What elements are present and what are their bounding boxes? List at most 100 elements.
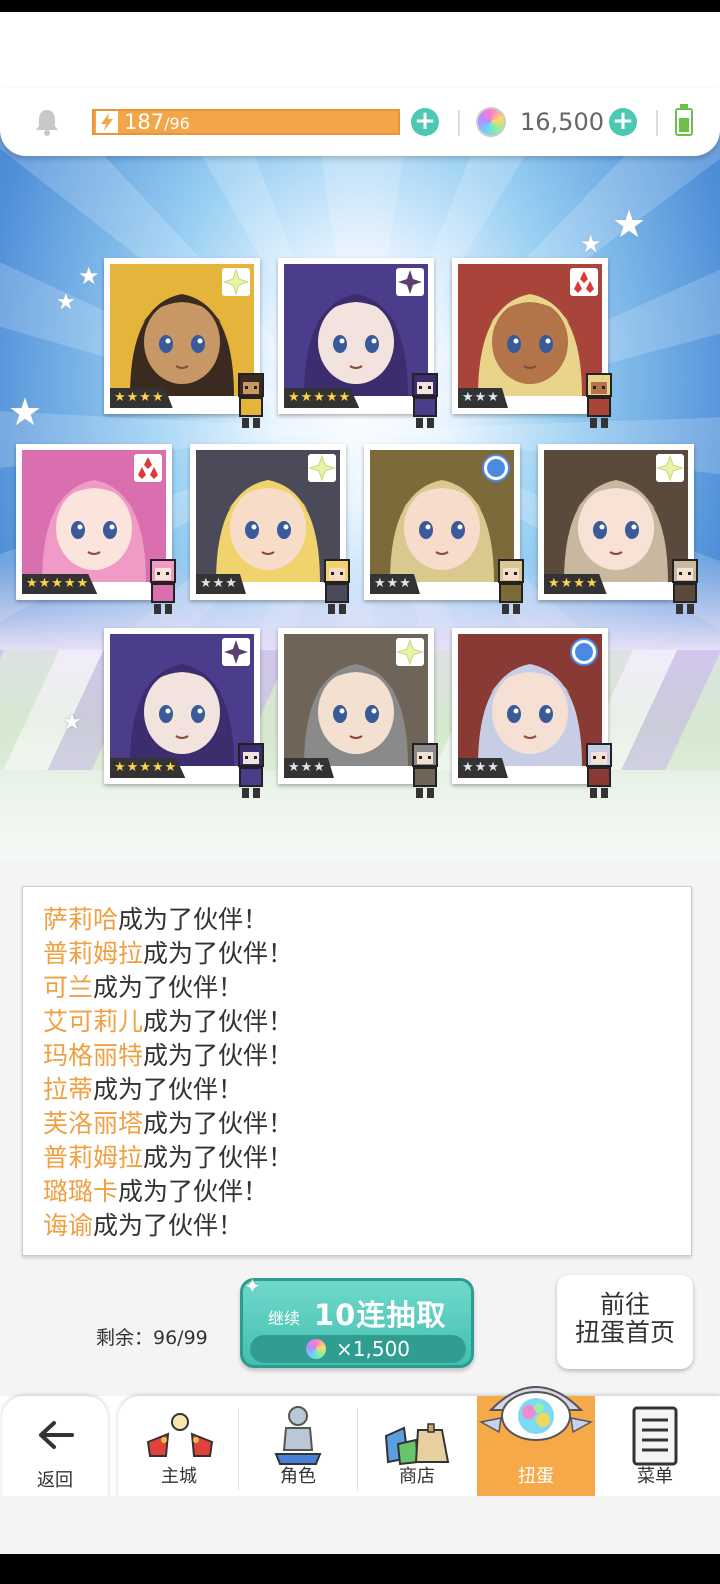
gem-icon <box>476 107 506 137</box>
sparkle-icon: ✦ <box>244 1274 261 1298</box>
character-name: 艾可莉儿 <box>43 1007 144 1036</box>
nav-gacha[interactable]: 扭蛋 <box>477 1386 595 1496</box>
arrow-left-icon <box>39 1421 74 1449</box>
character-card[interactable]: ★★★★★ <box>104 628 264 798</box>
log-line: 拉蒂成为了伙伴！ <box>43 1073 691 1107</box>
gacha-icon <box>478 1386 594 1441</box>
pixel-sprite-icon <box>324 559 350 614</box>
log-message: 成为了伙伴！ <box>143 1041 294 1070</box>
attribute-icon <box>656 454 684 482</box>
character-icon <box>274 1406 322 1465</box>
attribute-icon <box>570 638 598 666</box>
character-card[interactable]: ★★★ <box>452 628 612 798</box>
add-gems-button[interactable]: + <box>609 108 637 136</box>
battery-icon <box>675 108 693 136</box>
go-gacha-home-button[interactable]: 前往 扭蛋首页 <box>557 1275 693 1369</box>
pixel-sprite-icon <box>672 559 698 614</box>
rarity-stars: ★★★★★ <box>22 574 98 594</box>
log-message: 成为了伙伴！ <box>143 1143 294 1172</box>
log-line: 普莉姆拉成为了伙伴！ <box>43 937 691 971</box>
character-name: 芙洛丽塔 <box>43 1109 144 1138</box>
log-message: 成为了伙伴！ <box>93 1211 244 1240</box>
rarity-stars: ★★★★ <box>544 574 607 594</box>
character-card[interactable]: ★★★★ <box>538 444 698 614</box>
attribute-icon <box>396 638 424 666</box>
character-name: 璐璐卡 <box>43 1177 119 1206</box>
home-button-line2: 扭蛋首页 <box>574 1318 675 1347</box>
log-message: 成为了伙伴！ <box>118 905 269 934</box>
pixel-sprite-icon <box>412 743 438 798</box>
back-button[interactable]: 返回 <box>2 1396 108 1500</box>
sparkle-icon: ★ <box>580 230 602 258</box>
character-name: 拉蒂 <box>43 1075 94 1104</box>
log-line: 芙洛丽塔成为了伙伴！ <box>43 1107 691 1141</box>
attribute-icon <box>482 454 510 482</box>
nav-character-label: 角色 <box>280 1466 316 1487</box>
character-card[interactable]: ★★★★ <box>104 258 264 428</box>
sparkle-icon: ★ <box>62 710 82 735</box>
rarity-stars: ★★★★ <box>110 388 173 408</box>
log-line: 艾可莉儿成为了伙伴！ <box>43 1005 691 1039</box>
nav-menu-label: 菜单 <box>637 1466 673 1487</box>
log-message: 成为了伙伴！ <box>143 1109 294 1138</box>
gem-icon <box>306 1339 326 1359</box>
pixel-sprite-icon <box>150 559 176 614</box>
bottom-spacer <box>0 1496 720 1554</box>
attribute-icon <box>222 638 250 666</box>
rarity-stars: ★★★★★ <box>110 758 186 778</box>
log-message: 成为了伙伴！ <box>118 1177 269 1206</box>
nav-castle-label: 主城 <box>161 1466 197 1487</box>
stamina-value: 187/96 <box>124 110 190 134</box>
character-name: 普莉姆拉 <box>43 939 144 968</box>
nav-menu[interactable]: 菜单 <box>596 1396 714 1496</box>
gem-count: 16,500 <box>520 108 604 136</box>
character-card[interactable]: ★★★★★ <box>278 258 438 428</box>
log-line: 普莉姆拉成为了伙伴！ <box>43 1141 691 1175</box>
castle-icon <box>146 1413 214 1457</box>
rarity-stars: ★★★ <box>458 388 508 408</box>
bell-icon[interactable] <box>34 108 60 136</box>
sparkle-icon: ★ <box>612 202 647 246</box>
character-name: 可兰 <box>43 973 94 1002</box>
log-line: 玛格丽特成为了伙伴！ <box>43 1039 691 1073</box>
remaining-count: 剩余：96/99 <box>96 1327 208 1349</box>
log-message: 成为了伙伴！ <box>143 1007 294 1036</box>
attribute-icon <box>222 268 250 296</box>
log-line: 可兰成为了伙伴！ <box>43 971 691 1005</box>
nav-shop[interactable]: 商店 <box>358 1396 476 1496</box>
log-line: 诲谕成为了伙伴！ <box>43 1209 691 1243</box>
nav-gacha-label: 扭蛋 <box>518 1466 554 1487</box>
nav-castle[interactable]: 主城 <box>120 1396 238 1496</box>
sparkle-icon: ★ <box>56 290 76 315</box>
nav-character[interactable]: 角色 <box>239 1396 357 1496</box>
character-name: 萨莉哈 <box>43 905 119 934</box>
draw-cost: ×1,500 <box>336 1337 411 1361</box>
character-name: 玛格丽特 <box>43 1041 144 1070</box>
log-message: 成为了伙伴！ <box>143 939 294 968</box>
log-message: 成为了伙伴！ <box>93 973 244 1002</box>
character-card[interactable]: ★★★★★ <box>16 444 176 614</box>
sparkle-icon: ★ <box>78 262 100 290</box>
character-card[interactable]: ★★★ <box>278 628 438 798</box>
sparkle-icon: ★ <box>8 390 43 434</box>
attribute-icon <box>570 268 598 296</box>
rarity-stars: ★★★★★ <box>284 388 360 408</box>
menu-icon <box>632 1406 678 1466</box>
character-card[interactable]: ★★★ <box>190 444 350 614</box>
back-label: 返回 <box>37 1470 73 1491</box>
character-card[interactable]: ★★★ <box>364 444 524 614</box>
system-nav-bar <box>0 1554 720 1584</box>
pixel-sprite-icon <box>412 373 438 428</box>
shop-icon <box>384 1423 450 1466</box>
character-card[interactable]: ★★★ <box>452 258 612 428</box>
rarity-stars: ★★★ <box>370 574 420 594</box>
draw-10-label: 10连抽取 <box>314 1298 447 1332</box>
add-stamina-button[interactable]: + <box>411 108 439 136</box>
attribute-icon <box>308 454 336 482</box>
divider <box>656 110 658 136</box>
pixel-sprite-icon <box>586 373 612 428</box>
character-name: 诲谕 <box>43 1211 94 1240</box>
character-name: 普莉姆拉 <box>43 1143 144 1172</box>
home-button-line1: 前往 <box>599 1290 650 1319</box>
attribute-icon <box>396 268 424 296</box>
